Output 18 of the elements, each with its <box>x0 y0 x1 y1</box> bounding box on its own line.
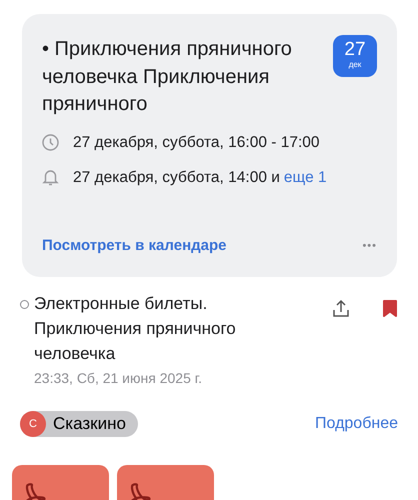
badge-month: дек <box>348 60 362 70</box>
message-subject: Электронные билеты. Приключения пряничного человечка <box>34 293 237 365</box>
attachment-tile[interactable] <box>12 465 109 500</box>
sender-name: Сказкино <box>53 413 126 436</box>
clock-icon <box>42 134 59 151</box>
attachment-tile[interactable] <box>117 465 214 500</box>
message-date: 23:33, Сб, 21 июня 2025 г. <box>34 369 204 388</box>
bell-icon <box>42 168 59 186</box>
more-link[interactable]: еще 1 <box>284 166 327 189</box>
calendar-link[interactable]: Посмотреть в календаре <box>42 235 227 258</box>
badge-day: 27 <box>333 35 377 60</box>
sender-avatar: С <box>20 411 46 437</box>
sender-chip[interactable]: С Сказкино <box>20 411 138 437</box>
more-button[interactable]: ••• <box>362 238 377 254</box>
details-link[interactable]: Подробнее <box>315 412 398 436</box>
event-title: • Приключения пряничного человечка Приключения пряничного <box>42 37 293 117</box>
event-detail: 27 декабря, суббота, 14:00 и <box>73 168 280 188</box>
event-detail: 27 декабря, суббота, 16:00 - 17:00 <box>73 132 320 152</box>
